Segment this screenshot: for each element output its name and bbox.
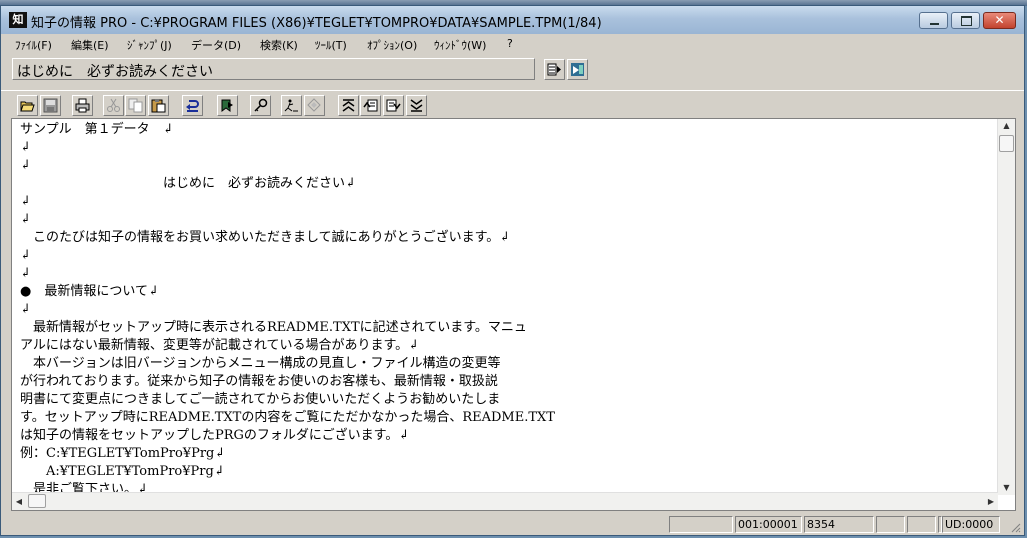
first-page-button[interactable] bbox=[338, 95, 359, 116]
window-title: 知子の情報 PRO - C:¥PROGRAM FILES (X86)¥TEGLE… bbox=[31, 16, 602, 31]
document-line[interactable]: このたびは知子の情報をお買い求めいただきまして誠にありがとうございます。↲ bbox=[20, 229, 510, 247]
app-window: 知 知子の情報 PRO - C:¥PROGRAM FILES (X86)¥TEG… bbox=[0, 5, 1025, 536]
menu-search[interactable]: 検索(K) bbox=[260, 37, 298, 53]
jump-button[interactable] bbox=[281, 95, 302, 116]
first-page-icon bbox=[342, 99, 355, 112]
document-line[interactable]: 明書にて変更点につきましてご一読されてからお使いいただくようお勧めいたしま bbox=[20, 391, 500, 409]
close-button[interactable]: ✕ bbox=[983, 12, 1016, 29]
jump-icon bbox=[284, 99, 298, 112]
document-line[interactable]: 例：C:¥TEGLET¥TomPro¥Prg↲ bbox=[20, 445, 225, 463]
copy-button[interactable] bbox=[125, 95, 146, 116]
next-page-button[interactable] bbox=[383, 95, 404, 116]
topic-title: はじめに 必ずお読みください bbox=[17, 64, 213, 80]
status-ud-count: UD:0000 bbox=[942, 516, 1000, 533]
cut-button[interactable] bbox=[103, 95, 124, 116]
vertical-scrollbar[interactable]: ▲ ▼ bbox=[997, 119, 1015, 495]
last-page-icon bbox=[410, 99, 423, 112]
document-line[interactable]: が行われております。従来から知子の情報をお使いのお客様も、最新情報・取扱説 bbox=[20, 373, 498, 391]
copy-icon bbox=[128, 98, 143, 113]
paste-button[interactable] bbox=[148, 95, 169, 116]
document-text[interactable]: サンプル 第１データ ↲ ↲ ↲ はじめに 必ずお読みください↲ ↲ ↲ このたびは知子… bbox=[20, 121, 995, 497]
list-view-button[interactable] bbox=[544, 59, 565, 80]
document-line[interactable]: アルにはない最新情報、変更等が記載されている場合があります。↲ bbox=[20, 337, 419, 355]
topic-bar: はじめに 必ずお読みください bbox=[1, 55, 1024, 89]
topic-title-field[interactable]: はじめに 必ずお読みください bbox=[12, 58, 535, 80]
status-panel-5 bbox=[907, 516, 936, 533]
open-folder-icon bbox=[20, 101, 35, 112]
document-editor[interactable]: サンプル 第１データ ↲ ↲ ↲ はじめに 必ずお読みください↲ ↲ ↲ このたびは知子… bbox=[11, 118, 1016, 511]
document-line[interactable]: ↲ bbox=[20, 301, 31, 319]
scroll-down-icon[interactable]: ▼ bbox=[998, 481, 1015, 495]
maximize-button[interactable] bbox=[951, 12, 980, 29]
replace-icon bbox=[307, 98, 321, 112]
save-icon bbox=[43, 98, 58, 113]
tree-view-icon bbox=[571, 63, 584, 76]
tree-view-button[interactable] bbox=[567, 59, 588, 80]
document-line[interactable]: は知子の情報をセットアップしたPRGのフォルダにございます。↲ bbox=[20, 427, 409, 445]
replace-button[interactable] bbox=[304, 95, 325, 116]
paste-icon bbox=[151, 99, 166, 113]
horizontal-scrollbar[interactable]: ◀ ▶ bbox=[12, 492, 998, 510]
menu-jump[interactable]: ｼﾞｬﾝﾌﾟ(J) bbox=[127, 37, 172, 53]
toolbar bbox=[1, 90, 1024, 120]
resize-grip-icon[interactable] bbox=[1009, 521, 1021, 533]
app-icon[interactable]: 知 bbox=[9, 12, 27, 28]
menu-edit[interactable]: 編集(E) bbox=[71, 37, 109, 53]
prev-page-icon bbox=[363, 99, 378, 112]
title-bar[interactable]: 知 知子の情報 PRO - C:¥PROGRAM FILES (X86)¥TEG… bbox=[1, 6, 1024, 34]
document-line[interactable]: ↲ bbox=[20, 211, 31, 229]
document-line[interactable]: ↲ bbox=[20, 193, 31, 211]
document-line[interactable]: ↲ bbox=[20, 265, 31, 283]
document-line[interactable]: ↲ bbox=[20, 157, 31, 175]
next-page-icon bbox=[386, 99, 401, 112]
document-line[interactable]: 本バージョンは旧バージョンからメニュー構成の見直し・ファイル構造の変更等 bbox=[20, 355, 500, 373]
menu-bar: ﾌｧｲﾙ(F) 編集(E) ｼﾞｬﾝﾌﾟ(J) データ(D) 検索(K) ﾂｰﾙ… bbox=[1, 34, 1024, 54]
vertical-scroll-thumb[interactable] bbox=[999, 135, 1014, 152]
horizontal-scroll-thumb[interactable] bbox=[28, 494, 46, 508]
status-panel-4 bbox=[876, 516, 905, 533]
menu-help[interactable]: ? bbox=[507, 37, 513, 50]
list-view-icon bbox=[547, 63, 561, 76]
document-line[interactable]: A:¥TEGLET¥TomPro¥Prg↲ bbox=[20, 463, 225, 481]
search-key-button[interactable] bbox=[250, 95, 271, 116]
status-file-size: 8354 bbox=[804, 516, 874, 533]
save-button[interactable] bbox=[40, 95, 61, 116]
scroll-left-icon[interactable]: ◀ bbox=[12, 493, 26, 510]
minimize-button[interactable] bbox=[919, 12, 948, 29]
document-line[interactable]: ↲ bbox=[20, 139, 31, 157]
document-line[interactable]: サンプル 第１データ ↲ bbox=[20, 121, 174, 139]
menu-data[interactable]: データ(D) bbox=[191, 37, 241, 53]
status-cursor-position: 001:00001 bbox=[735, 516, 802, 533]
menu-options[interactable]: ｵﾌﾟｼｮﾝ(O) bbox=[367, 37, 417, 53]
menu-tools[interactable]: ﾂｰﾙ(T) bbox=[315, 37, 347, 53]
menu-window[interactable]: ｳｨﾝﾄﾞｳ(W) bbox=[434, 37, 486, 53]
search-key-icon bbox=[254, 98, 268, 112]
print-icon bbox=[75, 98, 90, 113]
minimize-icon bbox=[920, 13, 947, 28]
scroll-right-icon[interactable]: ▶ bbox=[984, 493, 998, 510]
maximize-icon bbox=[952, 13, 979, 28]
undo-button[interactable] bbox=[182, 95, 203, 116]
prev-page-button[interactable] bbox=[360, 95, 381, 116]
status-bar: 001:00001 8354 UD:0000 bbox=[1, 513, 1024, 535]
document-line[interactable]: す。セットアップ時にREADME.TXTの内容をご覧にただかなかった場合、REA… bbox=[20, 409, 555, 427]
close-icon: ✕ bbox=[994, 13, 1005, 27]
scroll-up-icon[interactable]: ▲ bbox=[998, 119, 1015, 133]
document-line[interactable]: 最新情報がセットアップ時に表示されるREADME.TXTに記述されています。マニ… bbox=[20, 319, 527, 337]
undo-icon bbox=[186, 100, 199, 112]
status-panel-mode bbox=[669, 516, 733, 533]
document-line[interactable]: はじめに 必ずお読みください↲ bbox=[20, 175, 356, 193]
document-line[interactable]: ↲ bbox=[20, 247, 31, 265]
print-button[interactable] bbox=[72, 95, 93, 116]
open-button[interactable] bbox=[17, 95, 38, 116]
bookmark-icon bbox=[221, 99, 233, 112]
document-line[interactable]: ● 最新情報について↲ bbox=[20, 283, 159, 301]
bookmark-button[interactable] bbox=[217, 95, 238, 116]
last-page-button[interactable] bbox=[406, 95, 427, 116]
menu-file[interactable]: ﾌｧｲﾙ(F) bbox=[15, 37, 52, 53]
cut-icon bbox=[107, 98, 120, 112]
